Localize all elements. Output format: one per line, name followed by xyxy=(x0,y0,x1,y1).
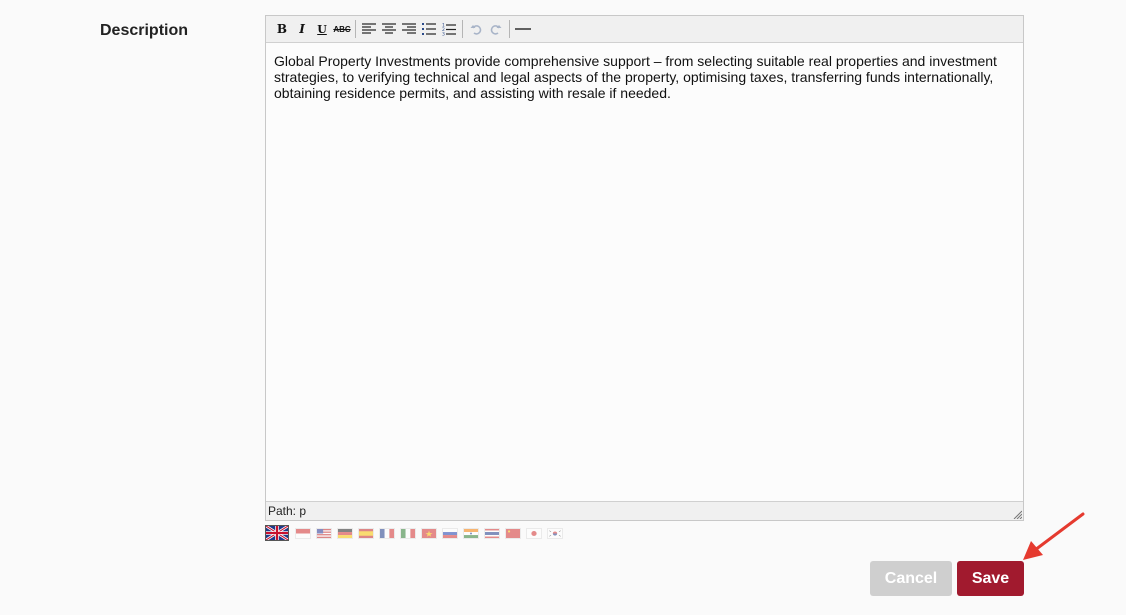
bold-button[interactable]: B xyxy=(272,19,292,39)
flag-kr-icon[interactable] xyxy=(547,527,563,539)
flag-uk-icon[interactable] xyxy=(265,525,289,541)
align-left-button[interactable] xyxy=(359,19,379,39)
flag-es-icon[interactable] xyxy=(358,527,374,539)
flag-ru-icon[interactable] xyxy=(442,527,458,539)
rich-text-editor: B I U ABC 123 Global Property Investment… xyxy=(265,15,1024,521)
flag-cn-icon[interactable] xyxy=(505,527,521,539)
annotation-arrow-icon xyxy=(1023,512,1085,560)
flag-fr-icon[interactable] xyxy=(379,527,395,539)
toolbar-separator xyxy=(462,20,463,38)
bullet-list-button[interactable] xyxy=(419,19,439,39)
horizontal-rule-icon xyxy=(515,28,531,30)
numbered-list-icon: 123 xyxy=(442,23,456,36)
numbered-list-button[interactable]: 123 xyxy=(439,19,459,39)
flag-de-icon[interactable] xyxy=(337,527,353,539)
italic-icon: I xyxy=(299,22,305,36)
redo-button[interactable] xyxy=(486,19,506,39)
flag-id-icon[interactable] xyxy=(295,527,311,539)
bullet-list-icon xyxy=(422,23,436,35)
horizontal-rule-button[interactable] xyxy=(513,19,533,39)
language-selector xyxy=(265,525,568,541)
toolbar-separator xyxy=(355,20,356,38)
undo-button[interactable] xyxy=(466,19,486,39)
align-center-button[interactable] xyxy=(379,19,399,39)
cancel-button[interactable]: Cancel xyxy=(870,561,952,596)
description-text: Global Property Investments provide comp… xyxy=(274,53,997,101)
svg-text:3: 3 xyxy=(442,31,445,36)
editor-statusbar: Path: p xyxy=(266,501,1023,520)
underline-icon: U xyxy=(317,22,327,36)
editor-content-area[interactable]: Global Property Investments provide comp… xyxy=(266,43,1023,499)
bold-icon: B xyxy=(276,22,288,36)
flag-th-icon[interactable] xyxy=(484,527,500,539)
align-center-icon xyxy=(382,23,396,34)
italic-button[interactable]: I xyxy=(292,19,312,39)
flag-vn-icon[interactable] xyxy=(421,527,437,539)
editor-toolbar: B I U ABC 123 xyxy=(266,16,1023,43)
flag-us-icon[interactable] xyxy=(316,527,332,539)
flag-in-icon[interactable] xyxy=(463,527,479,539)
align-right-icon xyxy=(402,23,416,34)
flag-it-icon[interactable] xyxy=(400,527,416,539)
underline-button[interactable]: U xyxy=(312,19,332,39)
redo-icon xyxy=(490,25,502,35)
strikethrough-icon: ABC xyxy=(333,24,351,34)
save-button[interactable]: Save xyxy=(957,561,1024,596)
flag-jp-icon[interactable] xyxy=(526,527,542,539)
description-label: Description xyxy=(100,22,189,39)
toolbar-separator xyxy=(509,20,510,38)
undo-icon xyxy=(470,25,482,35)
align-left-icon xyxy=(362,23,376,34)
element-path: Path: p xyxy=(268,504,307,518)
align-right-button[interactable] xyxy=(399,19,419,39)
strikethrough-button[interactable]: ABC xyxy=(332,19,352,39)
